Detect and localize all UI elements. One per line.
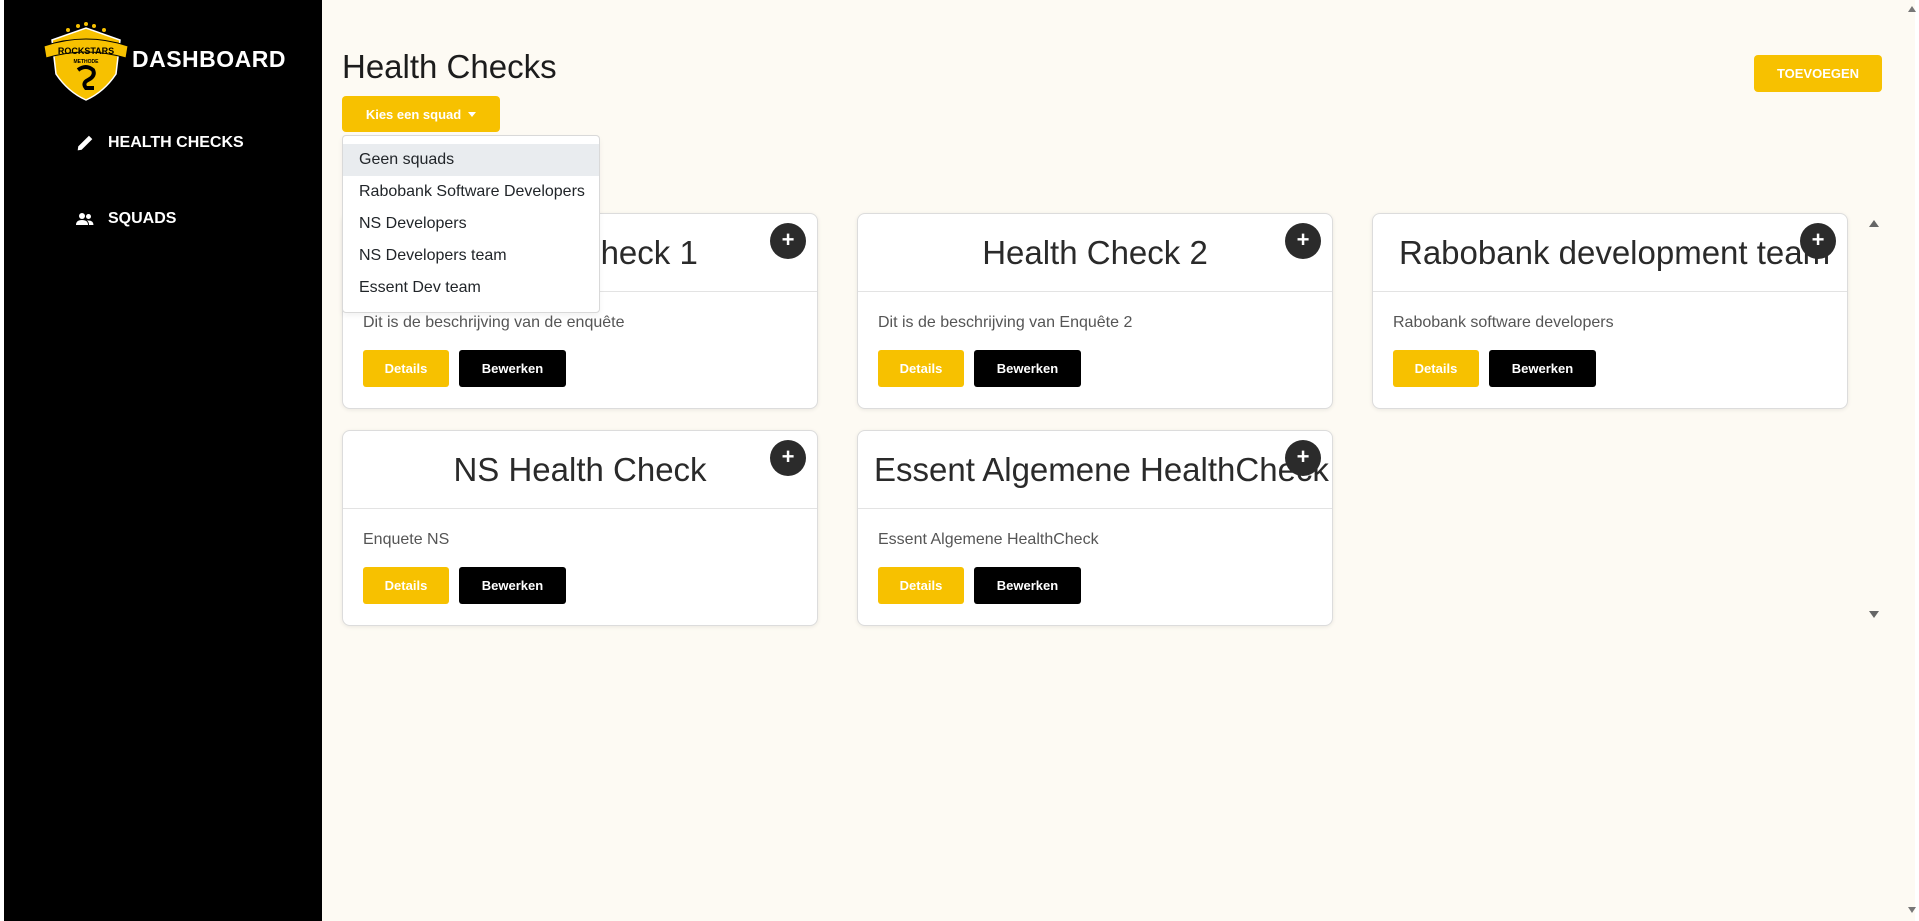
page-title: Health Checks bbox=[342, 48, 557, 85]
squad-option[interactable]: NS Developers bbox=[343, 208, 599, 240]
details-button[interactable]: Details bbox=[878, 567, 964, 604]
window-scroll-up-icon[interactable] bbox=[1908, 6, 1916, 12]
scroll-up-arrow-icon[interactable] bbox=[1869, 220, 1879, 227]
scroll-down-arrow-icon[interactable] bbox=[1869, 611, 1879, 618]
card-body: Dit is de beschrijving van Enquête 2 Det… bbox=[858, 292, 1332, 408]
pencil-icon bbox=[77, 135, 93, 151]
add-to-card-button[interactable]: + bbox=[770, 223, 806, 259]
squad-dropdown-menu: Geen squads Rabobank Software Developers… bbox=[342, 135, 600, 313]
sidebar-item-label: SQUADS bbox=[108, 210, 177, 227]
health-check-card: Health Check 2 Dit is de beschrijving va… bbox=[857, 213, 1333, 409]
card-title: Health Check 2 bbox=[858, 214, 1332, 292]
svg-text:ROCKSTARS: ROCKSTARS bbox=[58, 46, 114, 56]
details-button[interactable]: Details bbox=[878, 350, 964, 387]
users-icon bbox=[76, 213, 94, 225]
edit-button[interactable]: Bewerken bbox=[974, 567, 1081, 604]
card-body: Rabobank software developers Details Bew… bbox=[1373, 292, 1847, 408]
squad-dropdown-button[interactable]: Kies een squad bbox=[342, 96, 500, 132]
sidebar-item-label: HEALTH CHECKS bbox=[108, 134, 244, 151]
add-to-card-button[interactable]: + bbox=[1285, 223, 1321, 259]
card-description: Enquete NS bbox=[363, 531, 450, 548]
edit-button[interactable]: Bewerken bbox=[974, 350, 1081, 387]
card-title: NS Health Check bbox=[343, 431, 817, 509]
card-body: Enquete NS Details Bewerken bbox=[343, 509, 817, 625]
squad-option[interactable]: NS Developers team bbox=[343, 240, 599, 272]
add-to-card-button[interactable]: + bbox=[1800, 223, 1836, 259]
details-button[interactable]: Details bbox=[1393, 350, 1479, 387]
sidebar-item-squads[interactable]: SQUADS bbox=[76, 210, 176, 228]
edit-button[interactable]: Bewerken bbox=[459, 350, 566, 387]
card-actions: Details Bewerken bbox=[363, 350, 797, 387]
edit-button[interactable]: Bewerken bbox=[1489, 350, 1596, 387]
card-title: Essent Algemene HealthCheck bbox=[858, 431, 1332, 509]
svg-text:METHODE: METHODE bbox=[74, 59, 100, 65]
card-description: Rabobank software developers bbox=[1393, 314, 1614, 331]
health-check-card: Rabobank development team Rabobank softw… bbox=[1372, 213, 1848, 409]
edit-button[interactable]: Bewerken bbox=[459, 567, 566, 604]
add-to-card-button[interactable]: + bbox=[770, 440, 806, 476]
window-scroll-down-icon[interactable] bbox=[1908, 907, 1916, 913]
sidebar: ROCKSTARS METHODE DASHBOARD HEALTH CHECK… bbox=[4, 0, 322, 921]
brand-title: DASHBOARD bbox=[132, 46, 286, 72]
card-actions: Details Bewerken bbox=[878, 350, 1312, 387]
sidebar-item-health-checks[interactable]: HEALTH CHECKS bbox=[76, 134, 244, 152]
card-description: Dit is de beschrijving van Enquête 2 bbox=[878, 314, 1133, 331]
card-description: Dit is de beschrijving van de enquête bbox=[363, 314, 625, 331]
squad-option[interactable]: Geen squads bbox=[343, 144, 599, 176]
squad-option[interactable]: Essent Dev team bbox=[343, 272, 599, 304]
details-button[interactable]: Details bbox=[363, 350, 449, 387]
rockstars-logo[interactable]: ROCKSTARS METHODE bbox=[38, 18, 134, 102]
details-button[interactable]: Details bbox=[363, 567, 449, 604]
card-actions: Details Bewerken bbox=[1393, 350, 1827, 387]
squad-option[interactable]: Rabobank Software Developers bbox=[343, 176, 599, 208]
card-title: Rabobank development team bbox=[1373, 214, 1847, 292]
card-actions: Details Bewerken bbox=[878, 567, 1312, 604]
caret-down-icon bbox=[468, 111, 477, 117]
health-check-card: Essent Algemene HealthCheck Essent Algem… bbox=[857, 430, 1333, 626]
squad-dropdown-label: Kies een squad bbox=[365, 106, 462, 122]
card-actions: Details Bewerken bbox=[363, 567, 797, 604]
health-check-card: NS Health Check Enquete NS Details Bewer… bbox=[342, 430, 818, 626]
add-button[interactable]: TOEVOEGEN bbox=[1754, 55, 1882, 92]
card-description: Essent Algemene HealthCheck bbox=[878, 531, 1099, 548]
card-body: Essent Algemene HealthCheck Details Bewe… bbox=[858, 509, 1332, 625]
add-to-card-button[interactable]: + bbox=[1285, 440, 1321, 476]
